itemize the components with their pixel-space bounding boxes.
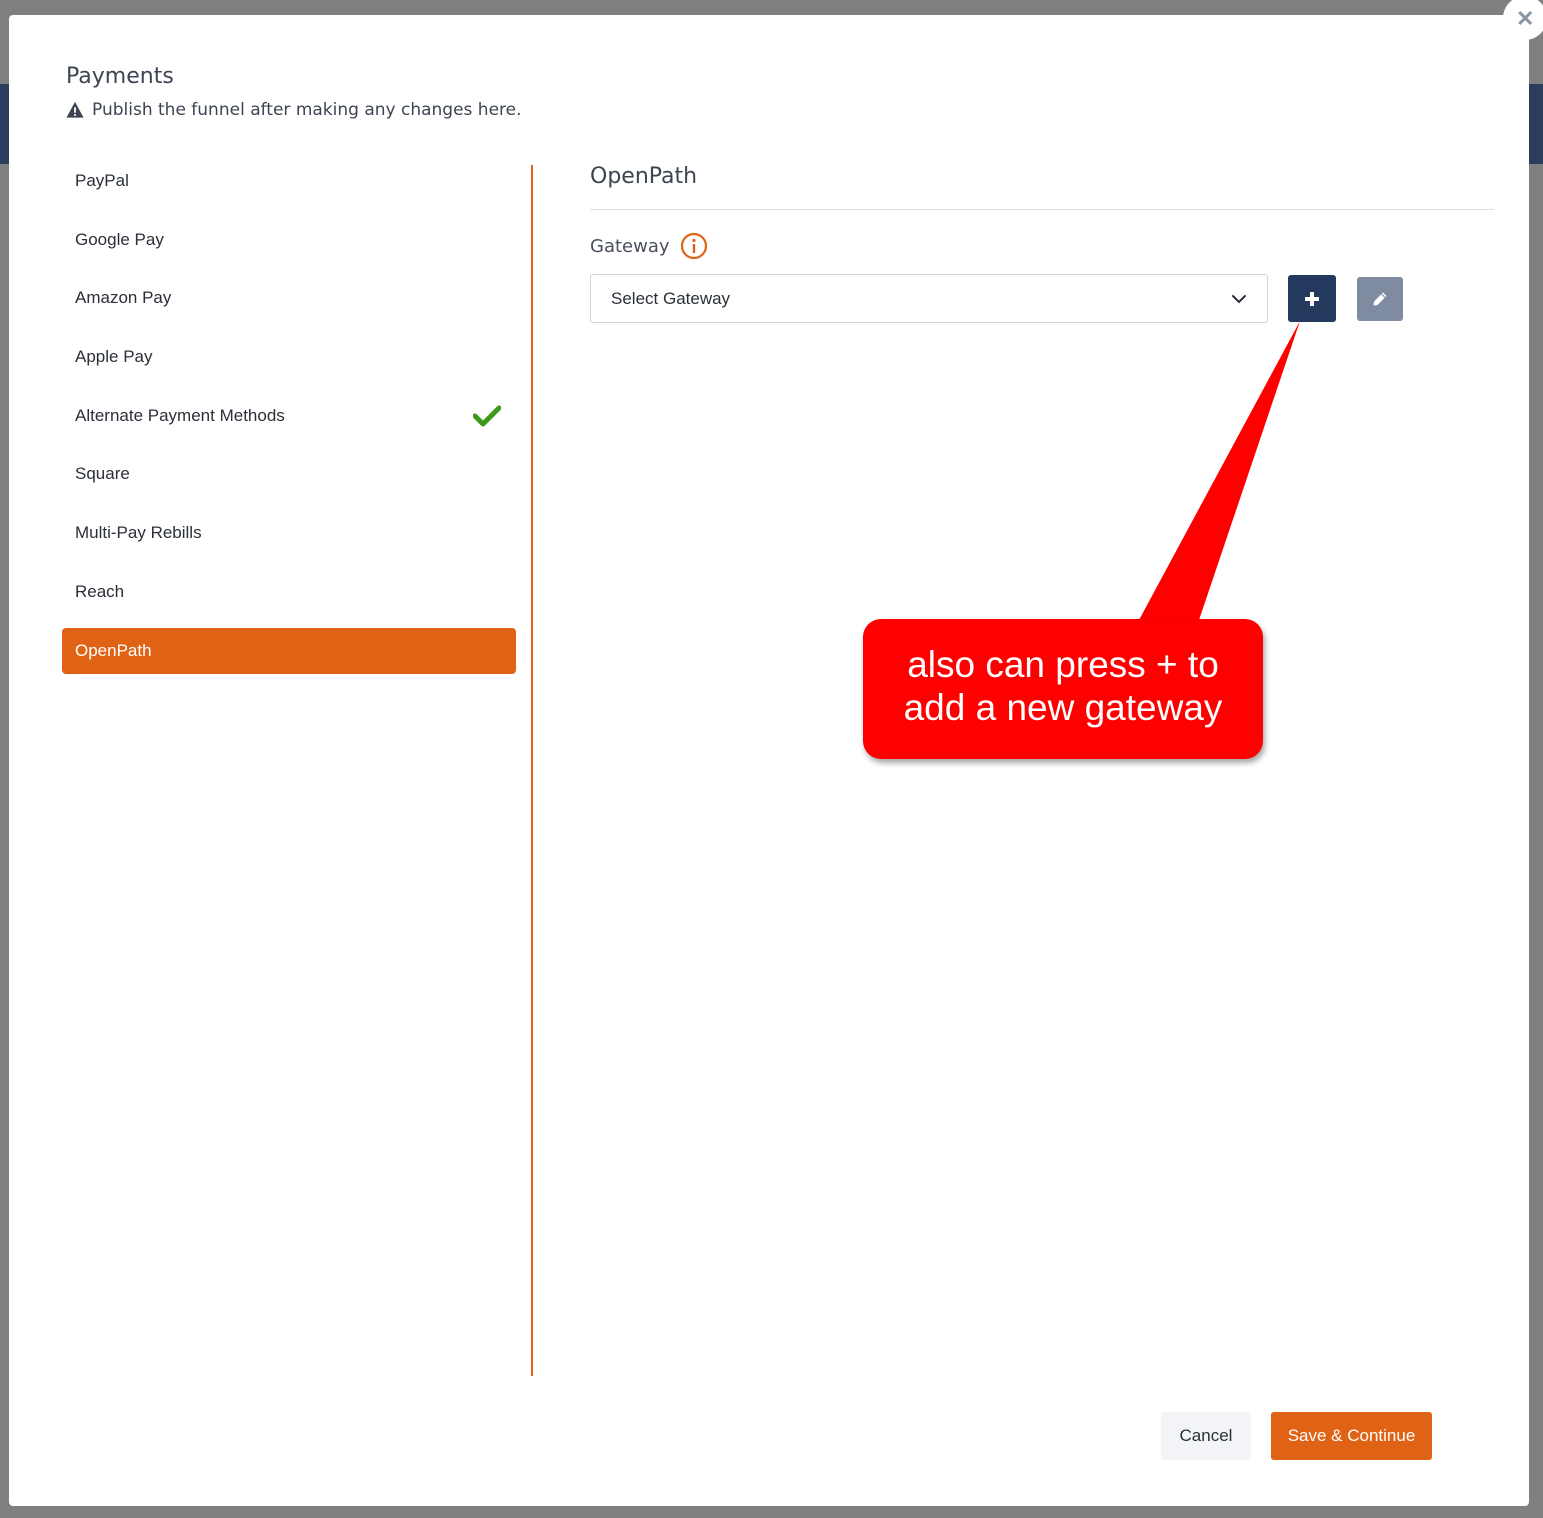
section-title: OpenPath — [590, 164, 698, 189]
sidebar-item-label: Google Pay — [75, 229, 164, 249]
publish-note: Publish the funnel after making any chan… — [66, 100, 522, 120]
sidebar-divider — [531, 165, 533, 1376]
check-icon — [473, 405, 501, 427]
warning-icon — [66, 101, 84, 118]
payments-modal: Payments Publish the funnel after making… — [9, 15, 1529, 1506]
pencil-icon — [1373, 292, 1387, 305]
chevron-down-icon — [1232, 294, 1246, 303]
sidebar-item-label: PayPal — [75, 171, 129, 190]
gateway-select-row: Select Gateway — [590, 274, 1494, 323]
sidebar-item-alternate-payment-methods[interactable]: Alternate Payment Methods — [62, 393, 516, 439]
sidebar-item-label: Reach — [75, 581, 125, 601]
payment-methods-sidebar: PayPal Google Pay Amazon Pay Apple Pay A… — [62, 158, 516, 686]
cancel-button[interactable]: Cancel — [1161, 1412, 1251, 1460]
gateway-select-value: Select Gateway — [611, 288, 731, 308]
callout-line-1: also can press + to — [907, 644, 1219, 685]
plus-icon — [1305, 291, 1319, 306]
publish-note-text: Publish the funnel after making any chan… — [92, 100, 522, 120]
modal-title: Payments — [66, 64, 174, 89]
sidebar-item-label: Apple Pay — [75, 347, 153, 367]
sidebar-item-paypal[interactable]: PayPal — [62, 158, 516, 204]
sidebar-item-amazon-pay[interactable]: Amazon Pay — [62, 275, 516, 321]
gateway-select[interactable]: Select Gateway — [590, 274, 1268, 323]
callout-line-2: add a new gateway — [903, 687, 1223, 728]
sidebar-item-square[interactable]: Square — [62, 451, 516, 497]
sidebar-item-openpath[interactable]: OpenPath — [62, 627, 516, 674]
sidebar-item-google-pay[interactable]: Google Pay — [62, 217, 516, 263]
callout-annotation: also can press + to add a new gateway — [863, 619, 1263, 759]
sidebar-item-apple-pay[interactable]: Apple Pay — [62, 334, 516, 380]
gateway-settings-panel: OpenPath Gateway Select Gateway — [590, 158, 1494, 323]
sidebar-item-reach[interactable]: Reach — [62, 569, 516, 615]
backdrop-bar-right — [1527, 84, 1543, 164]
sidebar-item-multi-pay-rebills[interactable]: Multi-Pay Rebills — [62, 510, 516, 556]
sidebar-item-label: Amazon Pay — [75, 288, 172, 308]
edit-gateway-button[interactable] — [1357, 276, 1403, 321]
sidebar-item-label: Alternate Payment Methods — [75, 405, 285, 425]
close-icon[interactable]: ✕ — [1503, 0, 1543, 40]
add-gateway-button[interactable] — [1288, 275, 1336, 322]
info-icon[interactable] — [680, 232, 708, 260]
gateway-label-row: Gateway — [590, 232, 1494, 260]
save-continue-button[interactable]: Save & Continue — [1271, 1412, 1432, 1460]
sidebar-item-label: Square — [75, 464, 130, 484]
sidebar-item-label: Multi-Pay Rebills — [75, 523, 202, 543]
sidebar-item-label: OpenPath — [75, 640, 152, 660]
section-divider — [590, 209, 1494, 210]
gateway-label: Gateway — [590, 235, 670, 257]
